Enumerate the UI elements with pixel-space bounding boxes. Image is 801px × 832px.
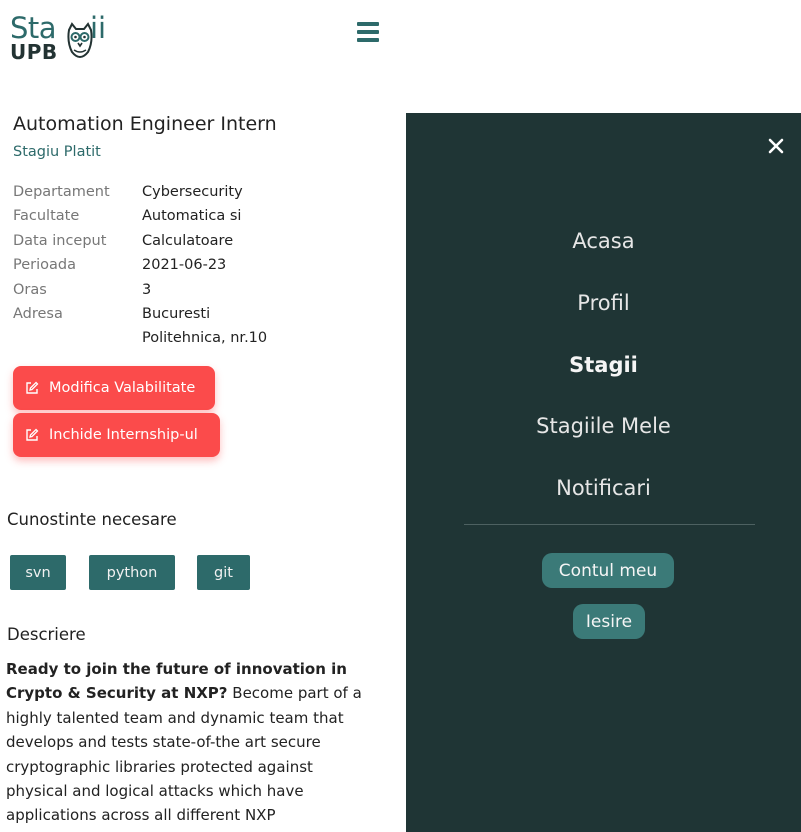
description-heading: Descriere: [7, 625, 86, 644]
menu-item-acasa[interactable]: Acasa: [406, 229, 801, 253]
detail-value: 3: [142, 281, 152, 298]
skills-heading: Cunostinte necesare: [7, 510, 177, 529]
detail-label: Perioada: [13, 257, 76, 274]
detail-row: Departament Cybersecurity: [13, 180, 302, 204]
description-text: Ready to join the future of innovation i…: [6, 657, 376, 828]
internship-type: Stagiu Platit: [13, 144, 101, 160]
hamburger-icon[interactable]: [357, 22, 379, 42]
close-internship-label: Inchide Internship-ul: [49, 427, 198, 443]
detail-value: Cybersecurity: [142, 184, 243, 200]
site-logo[interactable]: Sta ii UPB: [10, 11, 110, 64]
detail-value: Automatica si: [142, 208, 242, 225]
skill-tag-svn[interactable]: svn: [10, 555, 66, 590]
close-internship-button[interactable]: Inchide Internship-ul: [13, 413, 220, 457]
description-body: Become part of a highly talented team an…: [6, 684, 362, 825]
detail-label: Facultate: [13, 208, 80, 225]
account-button[interactable]: Contul meu: [542, 553, 674, 588]
detail-row: Facultate Automatica si: [13, 204, 302, 228]
menu-item-profil[interactable]: Profil: [406, 291, 801, 315]
edit-icon: [26, 428, 39, 441]
detail-label: [13, 326, 142, 350]
detail-row: Perioada 2021-06-23: [13, 253, 302, 277]
detail-row: Politehnica, nr.10: [13, 326, 302, 350]
detail-value: Calculatoare: [142, 232, 234, 249]
page-title: Automation Engineer Intern: [13, 113, 277, 135]
detail-row: Oras 3: [13, 278, 302, 302]
close-icon[interactable]: [767, 137, 785, 155]
skill-tag-git[interactable]: git: [197, 555, 250, 590]
detail-label: Departament: [13, 184, 110, 200]
detail-label: Oras: [13, 281, 47, 298]
detail-row: Adresa Bucuresti: [13, 302, 302, 326]
skill-tag-python[interactable]: python: [89, 555, 175, 590]
side-menu-panel: Acasa Profil Stagii Stagiile Mele Notifi…: [406, 113, 801, 832]
detail-row: Data inceput Calculatoare: [13, 229, 302, 253]
detail-value: Politehnica, nr.10: [142, 330, 268, 347]
menu-item-stagii[interactable]: Stagii: [406, 353, 801, 377]
menu-item-stagiile-mele[interactable]: Stagiile Mele: [406, 414, 801, 438]
detail-label: Adresa: [13, 306, 63, 323]
logo-text-ii: ii: [90, 11, 107, 45]
edit-icon: [26, 381, 39, 394]
menu-divider: [464, 524, 755, 525]
logo-text-upb: UPB: [10, 40, 58, 64]
job-details: Departament Cybersecurity Facultate Auto…: [13, 180, 302, 351]
detail-value: Bucuresti: [142, 306, 211, 323]
detail-label: Data inceput: [13, 232, 107, 249]
modify-availability-button[interactable]: Modifica Valabilitate: [13, 366, 215, 410]
logout-button[interactable]: Iesire: [573, 604, 645, 639]
modify-availability-label: Modifica Valabilitate: [49, 380, 196, 396]
menu-item-notificari[interactable]: Notificari: [406, 476, 801, 500]
detail-value: 2021-06-23: [142, 257, 227, 274]
